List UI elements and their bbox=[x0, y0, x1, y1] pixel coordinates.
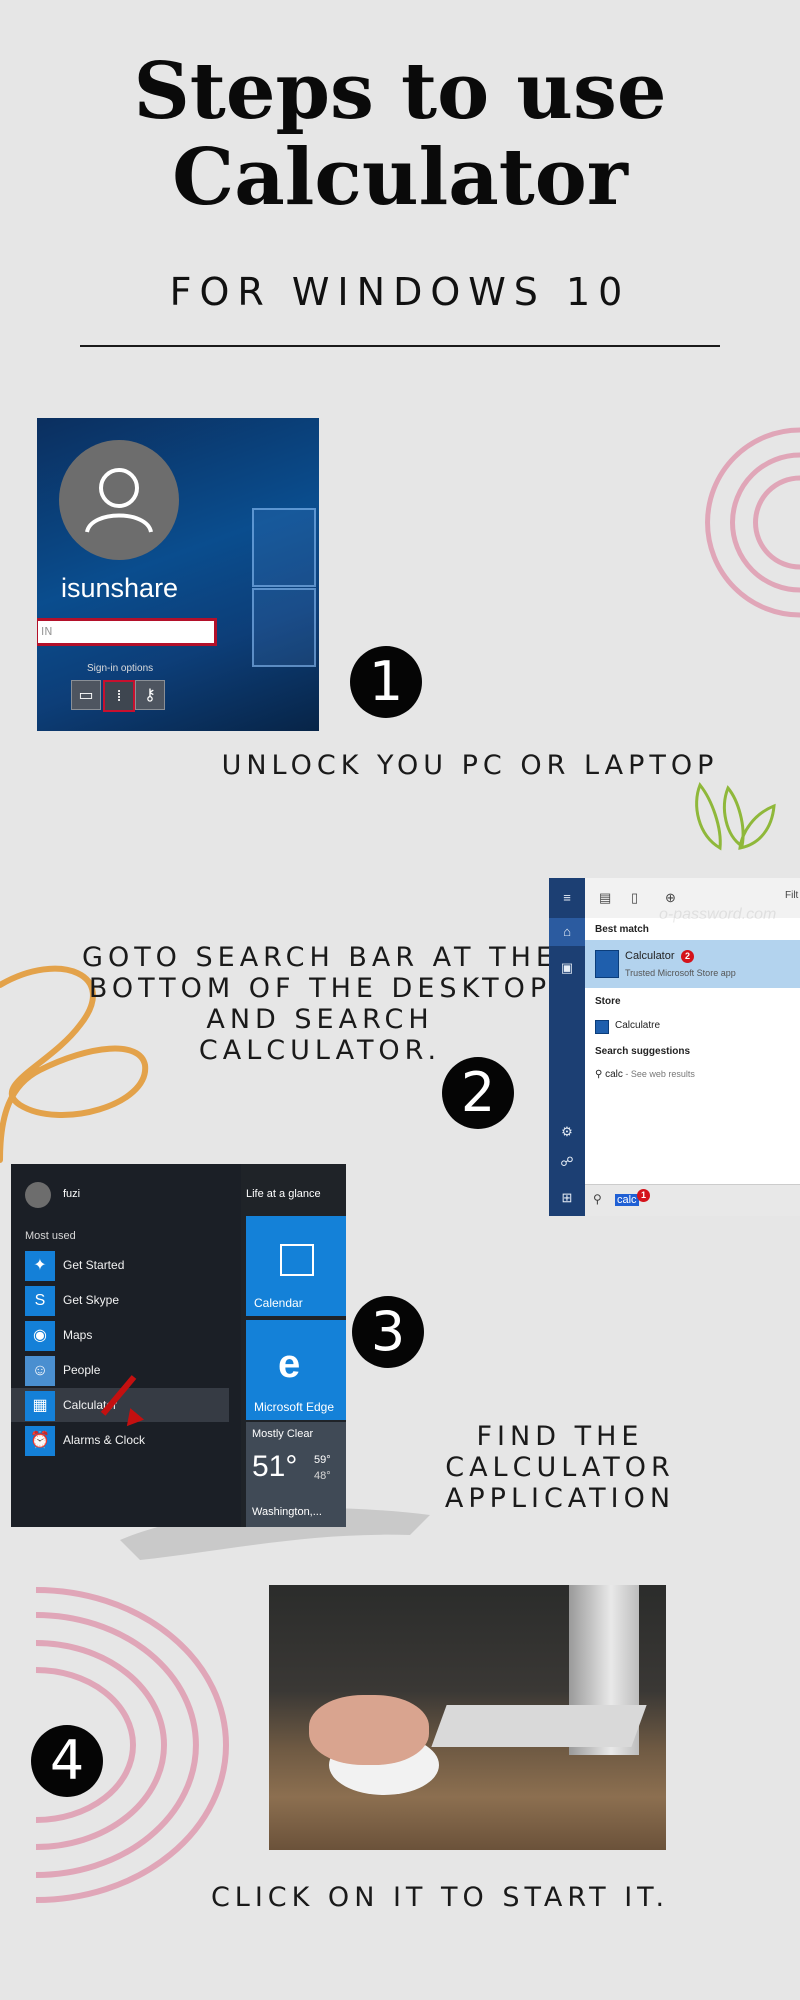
step-badge-1: 1 bbox=[637, 1189, 650, 1202]
calendar-icon bbox=[280, 1244, 314, 1276]
settings-icon[interactable]: ⚙ bbox=[549, 1118, 585, 1146]
notebook-icon[interactable]: ▣ bbox=[549, 954, 585, 982]
step-1-caption: UNLOCK YOU PC OR LAPTOP bbox=[221, 750, 719, 781]
calendar-tile[interactable]: Calendar bbox=[246, 1216, 346, 1316]
alarm-clock-icon: ⏰ bbox=[25, 1426, 55, 1456]
windows-logo-pane bbox=[252, 588, 316, 667]
best-match-result[interactable]: Calculator 2 Trusted Microsoft Store app bbox=[585, 940, 800, 988]
calculator-icon: ▦ bbox=[25, 1391, 55, 1421]
app-maps[interactable]: ◉ Maps bbox=[11, 1318, 229, 1352]
weather-temperature: 51° bbox=[252, 1450, 298, 1483]
step-3-caption-line1: FIND THE CALCULATOR bbox=[445, 1421, 675, 1483]
tile-label: Microsoft Edge bbox=[254, 1400, 335, 1414]
skype-icon: S bbox=[25, 1286, 55, 1316]
apps-filter-icon[interactable]: ▤ bbox=[599, 890, 611, 906]
search-suggestion[interactable]: ⚲ calc - See web results bbox=[595, 1069, 695, 1080]
user-icon bbox=[85, 468, 153, 533]
watermark-text: o-password.com bbox=[659, 906, 777, 923]
tile-label: Calendar bbox=[254, 1296, 303, 1310]
edge-icon: e bbox=[278, 1342, 301, 1386]
app-label: Get Started bbox=[63, 1258, 125, 1272]
picture-password-icon[interactable]: ▭ bbox=[71, 680, 101, 710]
step-number-3: 3 bbox=[352, 1296, 424, 1368]
app-alarms-clock[interactable]: ⏰ Alarms & Clock bbox=[11, 1423, 229, 1457]
hamburger-icon[interactable]: ≡ bbox=[549, 884, 585, 912]
search-icon: ⚲ bbox=[593, 1192, 602, 1206]
suggestion-term: calc bbox=[605, 1069, 623, 1080]
app-label: Get Skype bbox=[63, 1293, 120, 1307]
username-label: isunshare bbox=[61, 573, 179, 603]
hand-on-mouse-photo bbox=[269, 1585, 666, 1850]
step-4-caption: CLICK ON IT TO START IT. bbox=[210, 1882, 670, 1913]
title-divider bbox=[80, 345, 720, 347]
app-get-started[interactable]: ✦ Get Started bbox=[11, 1248, 229, 1282]
app-label: Maps bbox=[63, 1328, 93, 1342]
search-results-screenshot: ≡ ⌂ ▣ ⚙ ☍ ⊞ ▤ ▯ ⊕ Filt o-password.com Be… bbox=[549, 878, 800, 1216]
page-title-line2: Calculator bbox=[172, 132, 628, 223]
weather-high: 59° bbox=[314, 1454, 331, 1466]
windows-logo-pane bbox=[252, 508, 316, 587]
pink-arc-decoration bbox=[705, 427, 800, 618]
hand-image bbox=[309, 1695, 429, 1765]
best-match-subtitle: Trusted Microsoft Store app bbox=[625, 968, 736, 978]
pin-input[interactable]: IN bbox=[37, 618, 217, 646]
signin-options-label: Sign-in options bbox=[87, 663, 154, 674]
app-label: People bbox=[63, 1363, 101, 1377]
most-used-heading: Most used bbox=[25, 1230, 76, 1242]
green-leaf-decoration bbox=[695, 782, 776, 851]
step-2-caption: GOTO SEARCH BAR AT THE BOTTOM OF THE DES… bbox=[80, 942, 560, 1066]
lightbulb-icon: ✦ bbox=[25, 1251, 55, 1281]
feedback-icon[interactable]: ☍ bbox=[549, 1148, 585, 1176]
user-avatar-small[interactable] bbox=[25, 1182, 51, 1208]
home-icon[interactable]: ⌂ bbox=[549, 918, 585, 946]
step-badge-2: 2 bbox=[681, 950, 694, 963]
magnifier-icon: ⚲ bbox=[595, 1069, 603, 1080]
weather-low: 48° bbox=[314, 1470, 331, 1482]
windows-start-icon[interactable]: ⊞ bbox=[549, 1184, 585, 1212]
search-query: calc bbox=[615, 1194, 639, 1206]
app-label: Alarms & Clock bbox=[63, 1433, 146, 1447]
store-heading: Store bbox=[595, 996, 621, 1007]
filters-button[interactable]: Filt bbox=[785, 890, 798, 901]
people-icon: ☺ bbox=[25, 1356, 55, 1386]
start-menu-screenshot: fuzi Most used ✦ Get Started S Get Skype… bbox=[11, 1164, 346, 1527]
lock-screen-screenshot: isunshare IN Sign-in options ▭ ⁞ ⚷ bbox=[37, 418, 319, 731]
life-at-a-glance-heading: Life at a glance bbox=[246, 1188, 321, 1200]
pin-placeholder: IN bbox=[41, 625, 53, 638]
app-people[interactable]: ☺ People bbox=[11, 1353, 229, 1387]
store-result[interactable]: Calculatre bbox=[615, 1020, 660, 1031]
step-2-caption-line1: GOTO SEARCH BAR AT THE bbox=[82, 942, 558, 973]
start-sidebar: ≡ ⌂ ▣ ⚙ ☍ ⊞ bbox=[549, 878, 585, 1216]
start-user-name: fuzi bbox=[63, 1188, 81, 1200]
user-avatar bbox=[59, 440, 179, 560]
suggestions-heading: Search suggestions bbox=[595, 1046, 691, 1057]
calculatre-store-icon bbox=[595, 1020, 609, 1034]
calculator-icon bbox=[595, 950, 619, 978]
documents-filter-icon[interactable]: ▯ bbox=[631, 890, 638, 906]
page-title-line1: Steps to use bbox=[133, 46, 667, 137]
app-get-skype[interactable]: S Get Skype bbox=[11, 1283, 229, 1317]
web-filter-icon[interactable]: ⊕ bbox=[665, 890, 676, 906]
step-number-4: 4 bbox=[31, 1725, 103, 1797]
best-match-title: Calculator bbox=[625, 950, 675, 962]
step-number-2: 2 bbox=[442, 1057, 514, 1129]
step-2-caption-line3: AND SEARCH CALCULATOR. bbox=[198, 1004, 442, 1066]
suggestion-web-text: - See web results bbox=[622, 1069, 695, 1079]
weather-condition: Mostly Clear bbox=[252, 1428, 314, 1440]
step-2-caption-line2: BOTTOM OF THE DESKTOP bbox=[88, 973, 552, 1004]
map-pin-icon: ◉ bbox=[25, 1321, 55, 1351]
best-match-heading: Best match bbox=[595, 924, 649, 935]
step-number-1: 1 bbox=[350, 646, 422, 718]
weather-city: Washington,... bbox=[252, 1506, 322, 1518]
step-3-caption-line2: APPLICATION bbox=[444, 1483, 676, 1514]
key-icon[interactable]: ⚷ bbox=[135, 680, 165, 710]
page-subtitle: FOR WINDOWS 10 bbox=[169, 270, 631, 314]
step-3-caption: FIND THE CALCULATOR APPLICATION bbox=[355, 1421, 765, 1514]
start-menu-app-list: fuzi Most used ✦ Get Started S Get Skype… bbox=[11, 1164, 241, 1527]
pin-keypad-icon[interactable]: ⁞ bbox=[103, 680, 135, 712]
edge-tile[interactable]: e Microsoft Edge bbox=[246, 1320, 346, 1420]
weather-tile[interactable]: Mostly Clear 51° 59° 48° Washington,... bbox=[246, 1422, 346, 1527]
keyboard-image bbox=[431, 1705, 647, 1747]
taskbar-search-box[interactable]: ⚲ calc 1 bbox=[585, 1184, 800, 1216]
